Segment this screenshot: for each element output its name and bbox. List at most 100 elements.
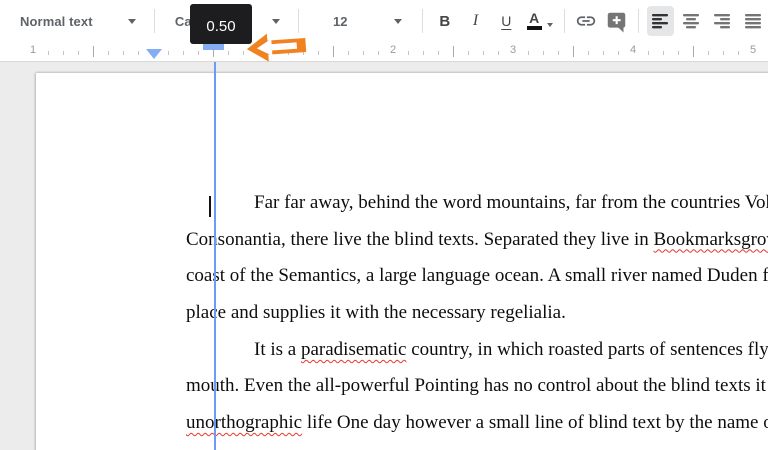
ruler-tick — [708, 51, 709, 55]
ruler-tick — [408, 51, 409, 55]
misspelled-word: paradisematic — [300, 338, 407, 360]
ruler-tick — [663, 51, 664, 55]
ruler-tick — [528, 51, 529, 55]
ruler-number: 4 — [629, 44, 637, 56]
text-segment: coast of the Semantics, a large language… — [186, 265, 768, 287]
ruler-tick — [723, 51, 724, 55]
document-workspace: Far far away, behind the word mountains,… — [0, 62, 768, 450]
ruler-tick — [123, 51, 124, 55]
text-segment: place and supplies it with the necessary… — [186, 302, 566, 324]
ruler-tick — [423, 51, 424, 55]
ruler-number: 5 — [749, 44, 757, 56]
document-line[interactable]: unorthographic life One day however a sm… — [186, 405, 768, 442]
ruler-tick — [498, 51, 499, 55]
italic-icon: I — [472, 12, 479, 29]
document-line[interactable]: It is a paradisematic country, in which … — [186, 332, 768, 369]
ruler-tick — [183, 51, 184, 55]
align-right-icon — [713, 13, 731, 29]
bold-button[interactable]: B — [431, 6, 458, 36]
ruler-tick — [348, 51, 349, 55]
indent-drag-guide-line — [214, 50, 216, 450]
chevron-down-icon — [271, 18, 280, 24]
text-color-icon: A — [526, 11, 542, 30]
horizontal-ruler[interactable]: 112345 — [0, 42, 768, 62]
underline-button[interactable]: U — [493, 6, 520, 36]
justify-icon — [744, 13, 762, 29]
ruler-tick — [648, 51, 649, 55]
google-docs-window: Normal text Cambria 12 B I U A — [0, 0, 768, 450]
ruler-tick — [363, 51, 364, 55]
paragraph-style-dropdown[interactable]: Normal text — [0, 6, 148, 36]
align-left-button[interactable] — [647, 6, 674, 36]
ruler-tick — [168, 51, 169, 55]
toolbar-divider — [422, 9, 424, 33]
ruler-number: 3 — [509, 44, 517, 56]
indent-value-tooltip: 0.50 — [190, 4, 252, 44]
annotation-arrow-icon — [245, 27, 310, 72]
chevron-down-icon — [394, 18, 403, 24]
ruler-tick — [138, 51, 139, 55]
chevron-down-icon — [127, 18, 136, 24]
link-icon — [575, 10, 597, 32]
text-segment: mouth. Even the all-powerful Pointing ha… — [186, 375, 768, 397]
document-page[interactable]: Far far away, behind the word mountains,… — [36, 73, 768, 450]
align-center-icon — [682, 13, 700, 29]
add-comment-button[interactable] — [603, 6, 630, 36]
document-line[interactable]: place and supplies it with the necessary… — [186, 295, 768, 332]
ruler-tick — [453, 46, 454, 57]
ruler-tick — [678, 51, 679, 55]
underline-icon: U — [501, 13, 512, 29]
first-line-indent-marker[interactable] — [203, 43, 224, 50]
ruler-tick — [558, 51, 559, 55]
ruler-tick — [588, 51, 589, 55]
ruler-tick — [543, 51, 544, 55]
ruler-tick — [573, 46, 574, 57]
text-color-button[interactable]: A — [524, 6, 556, 36]
ruler-tick — [378, 51, 379, 55]
ruler-tick — [63, 51, 64, 55]
document-line[interactable]: mouth. Even the all-powerful Pointing ha… — [186, 368, 768, 405]
ruler-tick — [318, 51, 319, 55]
document-line[interactable]: Consonantia, there live the blind texts.… — [186, 222, 768, 259]
ruler-tick — [618, 51, 619, 55]
misspelled-word: Bookmarksgrove — [653, 228, 768, 250]
toolbar-divider — [153, 9, 155, 33]
text-cursor — [209, 196, 211, 217]
misspelled-word: unorthographic — [186, 412, 303, 434]
bold-icon: B — [439, 12, 451, 30]
document-text[interactable]: Far far away, behind the word mountains,… — [186, 185, 768, 442]
text-segment: It is a — [254, 338, 301, 360]
font-size-dropdown[interactable]: 12 — [305, 6, 417, 36]
left-indent-marker[interactable] — [146, 49, 162, 59]
ruler-tick — [693, 46, 694, 57]
ruler-tick — [78, 51, 79, 55]
ruler-tick — [108, 51, 109, 55]
toolbar-divider — [638, 9, 640, 33]
ruler-tick — [483, 51, 484, 55]
ruler-tick — [468, 51, 469, 55]
ruler-tick — [333, 46, 334, 57]
italic-button[interactable]: I — [462, 6, 489, 36]
justify-button[interactable] — [739, 6, 766, 36]
ruler-tick — [48, 51, 49, 55]
ruler-tick — [243, 51, 244, 55]
text-segment: Far far away, behind the word mountains,… — [254, 192, 768, 213]
formatting-toolbar: Normal text Cambria 12 B I U A — [0, 0, 768, 42]
text-segment: country, in which roasted parts of sente… — [406, 338, 768, 360]
document-line[interactable]: Far far away, behind the word mountains,… — [186, 185, 768, 222]
text-segment: Consonantia, there live the blind texts.… — [186, 228, 654, 250]
ruler-tick — [438, 51, 439, 55]
chevron-down-icon — [546, 23, 553, 27]
align-center-button[interactable] — [678, 6, 705, 36]
insert-link-button[interactable] — [573, 6, 600, 36]
toolbar-divider — [563, 9, 565, 33]
ruler-tick — [738, 51, 739, 55]
ruler-tick — [93, 46, 94, 57]
ruler-number: 2 — [389, 44, 397, 56]
align-right-button[interactable] — [709, 6, 736, 36]
add-comment-icon — [606, 10, 627, 33]
ruler-tick — [198, 51, 199, 55]
text-segment: life One day however a small line of bli… — [302, 412, 768, 434]
align-left-icon — [651, 13, 669, 29]
document-line[interactable]: coast of the Semantics, a large language… — [186, 258, 768, 295]
